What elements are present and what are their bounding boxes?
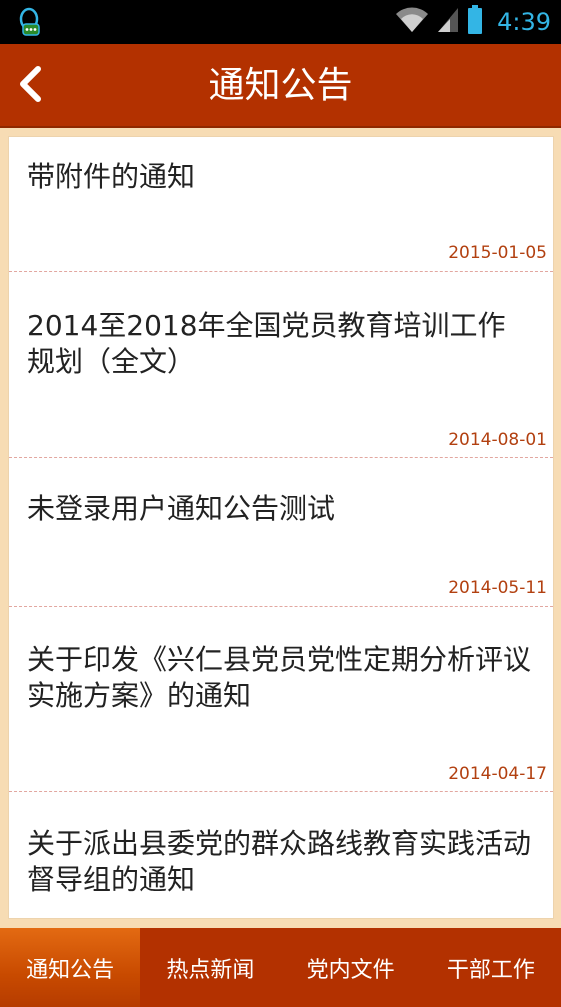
wifi-icon xyxy=(395,7,429,37)
notice-title: 关于派出县委党的群众路线教育实践活动督导组的通知 xyxy=(27,827,532,896)
notice-date: 2014-05-11 xyxy=(448,578,547,598)
signal-icon xyxy=(437,7,459,37)
notice-date: 2015-01-05 xyxy=(448,243,547,263)
page-title: 通知公告 xyxy=(208,65,353,106)
tab-notices[interactable]: 通知公告 xyxy=(0,928,141,1007)
status-time: 4:39 xyxy=(497,8,551,36)
tab-party-documents[interactable]: 党内文件 xyxy=(281,928,421,1007)
notice-title: 带附件的通知 xyxy=(27,160,196,193)
notice-item[interactable]: 关于印发《兴仁县党员党性定期分析评议实施方案》的通知 2014-04-17 xyxy=(9,607,553,792)
qq-notification-icon xyxy=(14,6,44,38)
notice-title: 未登录用户通知公告测试 xyxy=(27,492,336,525)
title-bar: 通知公告 xyxy=(0,44,561,128)
back-button[interactable] xyxy=(10,62,50,110)
status-indicators: 4:39 xyxy=(395,0,551,44)
notice-title: 2014至2018年全国党员教育培训工作规划（全文） xyxy=(27,309,506,378)
status-bar: 4:39 xyxy=(0,0,561,44)
notice-item[interactable]: 带附件的通知 2015-01-05 xyxy=(9,137,553,272)
back-chevron-icon xyxy=(17,65,43,107)
battery-icon xyxy=(467,5,483,39)
notice-item[interactable]: 未登录用户通知公告测试 2014-05-11 xyxy=(9,458,553,607)
notice-date: 2014-04-17 xyxy=(448,764,547,784)
tab-hot-news[interactable]: 热点新闻 xyxy=(140,928,280,1007)
notice-title: 关于印发《兴仁县党员党性定期分析评议实施方案》的通知 xyxy=(27,643,532,712)
tab-cadre-work[interactable]: 干部工作 xyxy=(421,928,561,1007)
notice-item[interactable]: 关于派出县委党的群众路线教育实践活动督导组的通知 xyxy=(9,792,553,918)
bottom-tab-bar: 通知公告 热点新闻 党内文件 干部工作 xyxy=(0,928,561,1007)
notice-date: 2014-08-01 xyxy=(448,430,547,450)
notice-list: 带附件的通知 2015-01-05 2014至2018年全国党员教育培训工作规划… xyxy=(8,136,554,919)
content-area: 带附件的通知 2015-01-05 2014至2018年全国党员教育培训工作规划… xyxy=(0,128,561,928)
notice-item[interactable]: 2014至2018年全国党员教育培训工作规划（全文） 2014-08-01 xyxy=(9,272,553,458)
